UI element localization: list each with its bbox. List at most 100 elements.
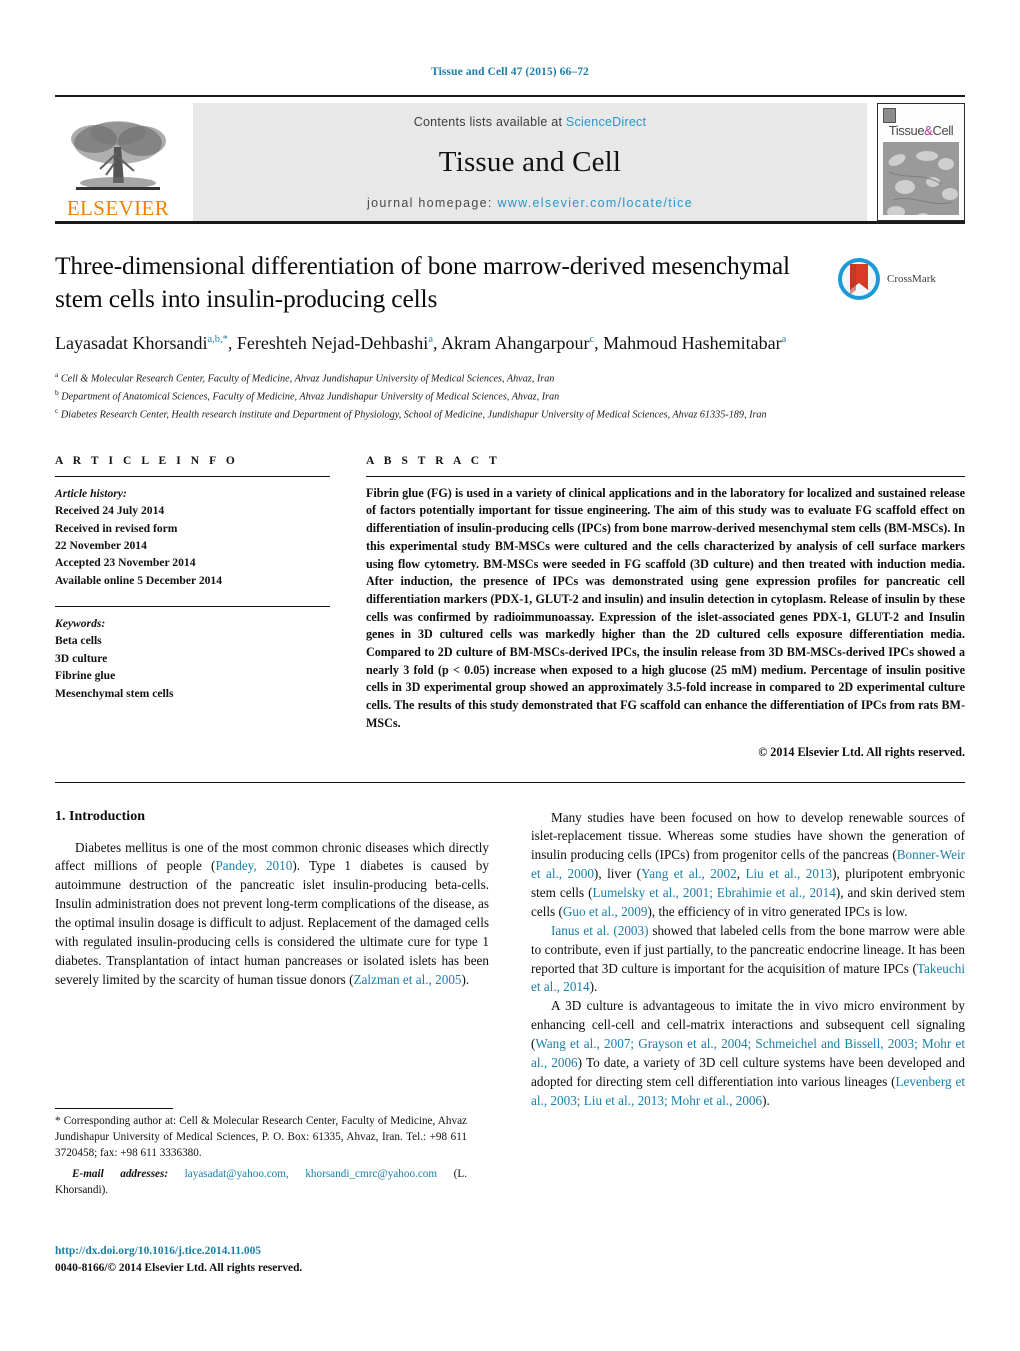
contents-prefix: Contents lists available at (413, 115, 566, 129)
email-note: E-mail addresses: layasadat@yahoo.com, k… (55, 1167, 467, 1199)
abstract-text: Fibrin glue (FG) is used in a variety of… (366, 485, 965, 730)
citation-link[interactable]: Takeuchi et al., 2014 (531, 961, 965, 995)
citation-link[interactable]: Guo et al., 2009 (563, 904, 648, 919)
affiliation-line: a Cell & Molecular Research Center, Facu… (55, 370, 555, 385)
cover-cell-image (883, 142, 959, 215)
keyword-item: Fibrine glue (55, 669, 116, 683)
page-title: Three-dimensional differentiation of bon… (55, 251, 790, 313)
body-paragraph: Diabetes mellitus is one of the most com… (55, 839, 489, 987)
abstract-column: A B S T R A C T Fibrin glue (FG) is used… (330, 455, 965, 760)
journal-masthead: ELSEVIER Contents lists available at Sci… (55, 95, 965, 221)
elsevier-tree-icon (71, 121, 166, 190)
corresponding-author-marker: * (222, 334, 228, 346)
affiliation-mark: a (55, 370, 59, 380)
affiliation-line: b Department of Anatomical Sciences, Fac… (55, 387, 560, 403)
cover-title: Tissue&Cell (878, 123, 964, 138)
abstract-rule-top (366, 475, 965, 477)
article-page: Tissue and Cell 47 (2015) 66–72 ELSEVIER (0, 0, 1020, 1351)
homepage-prefix: journal homepage: (367, 196, 498, 210)
article-info-rule-top (55, 475, 330, 477)
corresponding-author-note: * Corresponding author at: Cell & Molecu… (55, 1115, 467, 1159)
history-lines: Received 24 July 2014 Received in revised… (55, 502, 330, 589)
citation-link[interactable]: Ianus et al. (2003) (551, 923, 649, 938)
elsevier-wordmark: ELSEVIER (66, 196, 170, 220)
abstract-bottom-rule (55, 781, 965, 783)
keyword-lines: Beta cells 3D culture Fibrine glue Mesenchy… (55, 632, 330, 702)
affiliation-list: a Cell & Molecular Research Center, Facu… (55, 369, 965, 423)
sciencedirect-link[interactable]: ScienceDirect (566, 115, 646, 129)
cover-publisher-icon (883, 108, 896, 123)
body-paragraph: A 3D culture is advantageous to imitate … (531, 998, 965, 1108)
crossmark-label: CrossMark (887, 273, 936, 285)
abstract-copyright: © 2014 Elsevier Ltd. All rights reserved… (758, 744, 965, 759)
introduction-right-text: Many studies have been focused on how to… (531, 809, 965, 1111)
author-list: Layasadat Khorsandia,b,*, Fereshteh Neja… (55, 333, 787, 354)
citation-link[interactable]: Yang et al., 2002 (641, 866, 737, 881)
cover-title-left: Tissue (888, 123, 925, 138)
article-info-heading: A R T I C L E I N F O (55, 454, 239, 467)
keyword-item: Mesenchymal stem cells (55, 686, 174, 700)
author-affil-mark: a (781, 334, 787, 346)
article-history-label: Article history: (55, 486, 127, 500)
article-history-line: Accepted 23 November 2014 (55, 556, 196, 570)
crossmark-icon (838, 258, 880, 300)
crossmark-badge[interactable]: CrossMark (837, 256, 965, 302)
masthead-center: Contents lists available at ScienceDirec… (193, 103, 867, 221)
article-history-line: Received 24 July 2014 (55, 504, 165, 518)
citation-link[interactable]: Pandey, 2010 (215, 858, 292, 873)
doi-block: http://dx.doi.org/10.1016/j.tice.2014.11… (55, 1243, 302, 1277)
author-name: Layasadat Khorsandi (55, 333, 208, 354)
body-paragraph: Many studies have been focused on how to… (531, 809, 966, 919)
contents-lists-line: Contents lists available at ScienceDirec… (414, 115, 647, 129)
cover-title-right: Cell (932, 123, 954, 138)
author-affil-mark: a (428, 334, 433, 346)
article-body: 1. Introduction Diabetes mellitus is one… (55, 809, 965, 1111)
affiliation-mark: b (55, 387, 59, 397)
citation-link[interactable]: Liu et al., 2013 (745, 866, 832, 881)
article-history-line: Available online 5 December 2014 (55, 573, 223, 587)
journal-title: Tissue and Cell (438, 146, 622, 178)
body-paragraph: Ianus et al. (2003) showed that labeled … (531, 922, 965, 995)
citation-link[interactable]: Lumelsky et al., 2001; Ebrahimie et al.,… (592, 885, 835, 900)
journal-homepage-link[interactable]: www.elsevier.com/locate/tice (497, 196, 693, 210)
affiliation-line: c Diabetes Research Center, Health resea… (55, 405, 767, 421)
abstract-heading: A B S T R A C T (366, 454, 501, 467)
introduction-heading: 1. Introduction (55, 808, 145, 824)
introduction-left-text: Diabetes mellitus is one of the most com… (55, 839, 489, 990)
running-head: Tissue and Cell 47 (2015) 66–72 (431, 66, 589, 78)
author-affil-mark: c (589, 334, 595, 346)
author-name: Akram Ahangarpour (441, 333, 590, 354)
body-column-left: 1. Introduction Diabetes mellitus is one… (55, 809, 489, 1111)
email-addresses-link[interactable]: layasadat@yahoo.com, khorsandi_cmrc@yaho… (185, 1168, 437, 1180)
email-label: E-mail addresses: (72, 1167, 169, 1180)
masthead-bottom-rule (55, 221, 965, 224)
author-name: Mahmoud Hashemitabar (603, 333, 782, 354)
doi-link[interactable]: http://dx.doi.org/10.1016/j.tice.2014.11… (55, 1243, 302, 1260)
keywords-rule (55, 606, 330, 608)
title-block: CrossMark Three-dimensional differentiat… (55, 250, 965, 423)
article-history-line: Received in revised form (55, 521, 178, 535)
info-abstract-row: A R T I C L E I N F O Article history: R… (55, 455, 965, 760)
keyword-item: 3D culture (55, 651, 108, 665)
cover-micrograph-image (883, 142, 959, 215)
journal-cover-thumbnail: Tissue&Cell (877, 103, 965, 221)
citation-link[interactable]: Wang et al., 2007; Grayson et al., 2004;… (531, 1036, 965, 1070)
author-name: Fereshteh Nejad-Dehbashi (236, 333, 429, 354)
citation-link[interactable]: Zalzman et al., 2005 (353, 972, 461, 987)
article-info-column: A R T I C L E I N F O Article history: R… (55, 455, 330, 760)
author-affil-mark: a,b, (207, 334, 223, 346)
body-column-right: Many studies have been focused on how to… (531, 809, 965, 1111)
footnote-rule (55, 1108, 173, 1109)
article-history-line: 22 November 2014 (55, 538, 147, 552)
keyword-item: Beta cells (55, 634, 102, 648)
affiliation-mark: c (55, 405, 59, 415)
article-history: Article history: Received 24 July 2014 Re… (55, 485, 330, 589)
footnote-block: * Corresponding author at: Cell & Molecu… (55, 1108, 467, 1199)
keywords-label: Keywords: (55, 617, 106, 631)
issn-copyright-line: 0040-8166/© 2014 Elsevier Ltd. All right… (55, 1262, 303, 1275)
keywords-block: Keywords: Beta cells 3D culture Fibrine gl… (55, 615, 330, 702)
citation-link[interactable]: Levenberg et al., 2003; Liu et al., 2013… (531, 1074, 965, 1108)
elsevier-logo: ELSEVIER (55, 103, 181, 221)
journal-homepage-line: journal homepage: www.elsevier.com/locat… (367, 196, 693, 210)
